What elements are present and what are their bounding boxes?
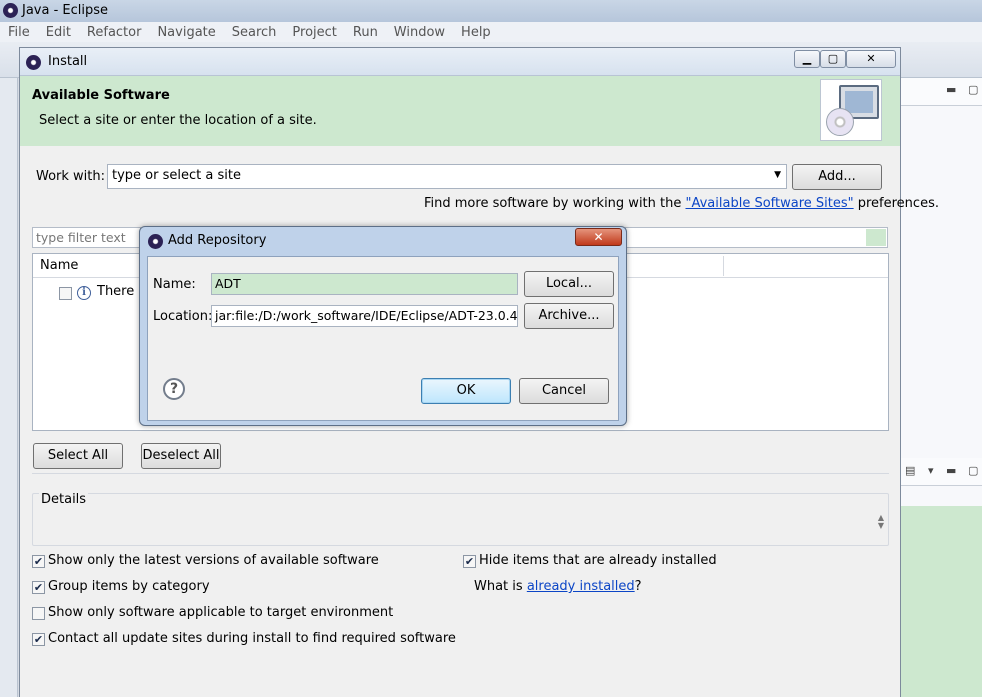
install-software-icon <box>820 79 882 141</box>
group-by-category-checkbox[interactable]: ✔ <box>32 581 45 594</box>
new-view-icon[interactable]: ▤ <box>905 464 915 477</box>
page-title: Available Software <box>32 88 170 103</box>
menu-edit[interactable]: Edit <box>46 25 71 40</box>
clear-filter-icon[interactable] <box>866 229 886 246</box>
minimize-view-icon[interactable]: ▬ <box>946 83 956 96</box>
install-title-bar: Install ▁ ▢ ✕ <box>20 48 900 76</box>
work-with-combo[interactable]: type or select a site ▼ <box>107 164 787 189</box>
menu-project[interactable]: Project <box>292 25 336 40</box>
filter-input-right[interactable] <box>625 227 888 248</box>
maximize-button[interactable]: ▢ <box>820 50 846 68</box>
dropdown-arrow-icon[interactable]: ▼ <box>774 170 781 180</box>
menu-search[interactable]: Search <box>232 25 277 40</box>
what-is-prefix: What is <box>474 579 527 594</box>
page-description: Select a site or enter the location of a… <box>39 113 317 128</box>
maximize-view-icon[interactable]: ▢ <box>968 464 978 477</box>
ok-button[interactable]: OK <box>421 378 511 404</box>
name-field[interactable]: ADT <box>211 273 518 295</box>
details-scroll-icon[interactable]: ▲ ▼ <box>878 514 884 530</box>
right-view-toolbar-top: ▬ ▢ <box>900 78 982 106</box>
latest-versions-checkbox[interactable]: ✔ <box>32 555 45 568</box>
location-field[interactable]: jar:file:/D:/work_software/IDE/Eclipse/A… <box>211 305 518 327</box>
add-repository-title-bar: Add Repository ✕ <box>140 227 626 255</box>
install-header: Available Software Select a site or ente… <box>20 76 900 146</box>
eclipse-title-bar: Java - Eclipse <box>0 0 982 22</box>
work-with-value: type or select a site <box>112 168 241 183</box>
hide-installed-label: Hide items that are already installed <box>479 553 717 568</box>
select-all-button[interactable]: Select All <box>33 443 123 469</box>
column-separator <box>723 256 724 276</box>
menu-help[interactable]: Help <box>461 25 491 40</box>
minimize-button[interactable]: ▁ <box>794 50 820 68</box>
left-view-stack <box>0 78 18 697</box>
right-view-toolbar-bottom: ▤ ▾ ▬ ▢ <box>900 458 982 486</box>
add-repository-title: Add Repository <box>168 233 267 248</box>
name-label: Name: <box>153 277 196 292</box>
what-is-suffix: ? <box>634 579 642 594</box>
add-repository-dialog: Add Repository ✕ Name: ADT Local... Loca… <box>139 226 627 426</box>
name-column-header[interactable]: Name <box>40 258 78 273</box>
minimize-view-icon[interactable]: ▬ <box>946 464 956 477</box>
cd-disc-icon <box>826 108 854 136</box>
already-installed-link[interactable]: already installed <box>527 579 635 594</box>
eclipse-logo-icon <box>148 234 163 249</box>
cancel-button[interactable]: Cancel <box>519 378 609 404</box>
latest-versions-label: Show only the latest versions of availab… <box>48 553 379 568</box>
target-environment-checkbox[interactable] <box>32 607 45 620</box>
archive-button[interactable]: Archive... <box>524 303 614 329</box>
find-more-suffix: preferences. <box>853 196 939 211</box>
details-group: Details ▲ ▼ <box>32 492 889 546</box>
menu-navigate[interactable]: Navigate <box>157 25 215 40</box>
install-title: Install <box>48 54 88 69</box>
group-by-category-label: Group items by category <box>48 579 210 594</box>
available-software-sites-link[interactable]: "Available Software Sites" <box>686 196 854 211</box>
right-view-stack: ▬ ▢ ▤ ▾ ▬ ▢ <box>900 78 982 697</box>
contact-update-sites-label: Contact all update sites during install … <box>48 631 456 646</box>
eclipse-logo-icon <box>3 3 18 18</box>
find-more-text: Find more software by working with the "… <box>424 196 939 211</box>
details-label: Details <box>39 492 89 507</box>
menu-file[interactable]: File <box>8 25 30 40</box>
add-repository-body: Name: ADT Local... Location: jar:file:/D… <box>147 256 619 421</box>
info-icon: i <box>77 286 91 300</box>
add-site-button[interactable]: Add... <box>792 164 882 190</box>
menu-window[interactable]: Window <box>394 25 445 40</box>
hide-installed-checkbox[interactable]: ✔ <box>463 555 476 568</box>
menu-refactor[interactable]: Refactor <box>87 25 142 40</box>
local-button[interactable]: Local... <box>524 271 614 297</box>
find-more-prefix: Find more software by working with the <box>424 196 686 211</box>
separator <box>32 473 889 474</box>
close-button[interactable]: ✕ <box>846 50 896 68</box>
contact-update-sites-checkbox[interactable]: ✔ <box>32 633 45 646</box>
eclipse-window-title: Java - Eclipse <box>22 3 109 18</box>
right-view-content <box>900 506 982 697</box>
filter-input[interactable]: type filter text <box>32 227 141 248</box>
tree-row-checkbox[interactable] <box>59 287 72 300</box>
eclipse-menubar: File Edit Refactor Navigate Search Proje… <box>0 22 982 42</box>
location-label: Location: <box>153 309 213 324</box>
menu-run[interactable]: Run <box>353 25 378 40</box>
target-environment-label: Show only software applicable to target … <box>48 605 394 620</box>
work-with-label: Work with: <box>36 169 106 184</box>
help-icon[interactable]: ? <box>163 378 185 400</box>
maximize-view-icon[interactable]: ▢ <box>968 83 978 96</box>
close-button[interactable]: ✕ <box>575 228 622 246</box>
what-is-installed-text: What is already installed? <box>474 579 642 594</box>
deselect-all-button[interactable]: Deselect All <box>141 443 221 469</box>
eclipse-logo-icon <box>26 55 41 70</box>
view-menu-icon[interactable]: ▾ <box>928 464 934 477</box>
